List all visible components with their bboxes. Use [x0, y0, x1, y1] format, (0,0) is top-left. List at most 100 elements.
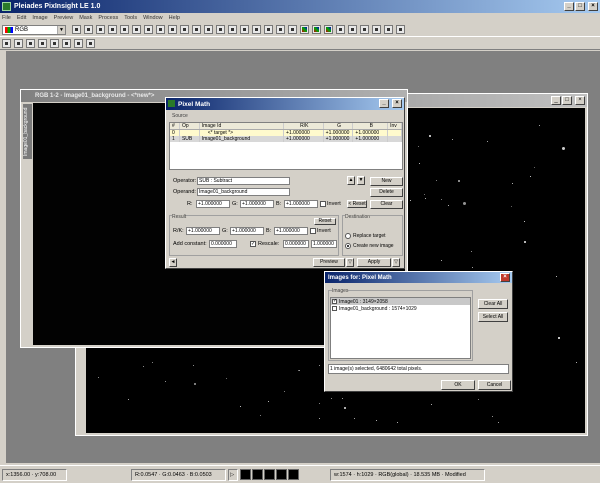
- tool-icon[interactable]: [156, 25, 165, 34]
- close-button[interactable]: ×: [392, 99, 402, 108]
- color-channel-icon[interactable]: [312, 25, 321, 34]
- preview-button[interactable]: Preview: [313, 258, 345, 267]
- source-table[interactable]: # Op Image Id R/K G B Inv 0 <* target *>…: [169, 122, 403, 170]
- collapse-arrow-button[interactable]: ◄: [169, 258, 177, 267]
- maximize-button[interactable]: □: [562, 96, 572, 105]
- rescale-min-input[interactable]: 0.000000: [283, 240, 309, 248]
- histogram-icon[interactable]: [396, 25, 405, 34]
- menu-window[interactable]: Window: [143, 15, 163, 21]
- tool-icon[interactable]: [168, 25, 177, 34]
- tool-icon[interactable]: [240, 25, 249, 34]
- tool-icon[interactable]: [72, 25, 81, 34]
- add-constant-input[interactable]: 0.000000: [209, 240, 237, 248]
- tool-icon[interactable]: [108, 25, 117, 34]
- preview-icon[interactable]: [62, 38, 71, 48]
- list-item[interactable]: Image01_background : 1574×1029: [331, 305, 470, 312]
- images-dialog-title: Images for: Pixel Math: [328, 274, 392, 281]
- tool-icon[interactable]: [216, 25, 225, 34]
- star-point: [498, 422, 499, 423]
- menu-preview[interactable]: Preview: [54, 15, 74, 21]
- cancel-button[interactable]: Cancel: [478, 380, 511, 390]
- result-b-label: B:: [266, 228, 272, 234]
- delete-button[interactable]: Delete: [370, 188, 403, 197]
- result-invert-checkbox[interactable]: [310, 228, 316, 234]
- color-space-select[interactable]: RGB ▼: [2, 24, 66, 35]
- tool-icon[interactable]: [84, 25, 93, 34]
- histogram-icon[interactable]: [348, 25, 357, 34]
- minimize-button[interactable]: _: [551, 96, 561, 105]
- selection-icon[interactable]: [50, 38, 59, 48]
- menu-image[interactable]: Image: [32, 15, 47, 21]
- images-list[interactable]: ✓ Image01 : 3149×2058 Image01_background…: [330, 297, 471, 359]
- tool-icon[interactable]: [180, 25, 189, 34]
- hand-icon[interactable]: [38, 38, 47, 48]
- image-checkbox[interactable]: ✓: [332, 299, 337, 304]
- table-row[interactable]: 1 SUB Image01_background +1.000000 +1.00…: [170, 136, 403, 142]
- result-rk-input[interactable]: +1.000000: [186, 227, 220, 235]
- maximize-button[interactable]: □: [575, 2, 585, 11]
- preview-icon[interactable]: [86, 38, 95, 48]
- histogram-icon[interactable]: [372, 25, 381, 34]
- image-id-tab[interactable]: Image01_background: [23, 104, 32, 159]
- tool-icon[interactable]: [96, 25, 105, 34]
- menu-process[interactable]: Process: [98, 15, 118, 21]
- minimize-button[interactable]: _: [379, 99, 389, 108]
- star-point: [424, 194, 425, 195]
- close-button[interactable]: ×: [500, 273, 510, 282]
- operand-select[interactable]: Image01_background: [197, 188, 290, 196]
- tool-icon[interactable]: [288, 25, 297, 34]
- zoom-icon[interactable]: [26, 38, 35, 48]
- create-new-image-radio[interactable]: [345, 243, 351, 249]
- preview-menu-icon[interactable]: ▽: [346, 258, 354, 267]
- zoom-icon[interactable]: [14, 38, 23, 48]
- tool-icon[interactable]: [204, 25, 213, 34]
- reset-coefficients-button[interactable]: < Reset: [347, 200, 367, 208]
- g-coefficient-input[interactable]: +1.000000: [240, 200, 274, 208]
- color-channel-icon[interactable]: [300, 25, 309, 34]
- image-checkbox[interactable]: [332, 306, 337, 311]
- rescale-max-input[interactable]: 1.000000: [311, 240, 337, 248]
- minimize-button[interactable]: _: [564, 2, 574, 11]
- list-item[interactable]: ✓ Image01 : 3149×2058: [331, 298, 470, 305]
- r-coefficient-input[interactable]: +1.000000: [196, 200, 230, 208]
- clear-button[interactable]: Clear: [370, 200, 403, 209]
- menu-edit[interactable]: Edit: [17, 15, 26, 21]
- tool-icon[interactable]: [336, 25, 345, 34]
- tool-icon[interactable]: [264, 25, 273, 34]
- replace-target-radio[interactable]: [345, 233, 351, 239]
- result-b-input[interactable]: +1.000000: [274, 227, 308, 235]
- close-button[interactable]: ×: [575, 96, 585, 105]
- tool-icon[interactable]: [132, 25, 141, 34]
- tool-icon[interactable]: [120, 25, 129, 34]
- result-g-input[interactable]: +1.000000: [230, 227, 264, 235]
- close-button[interactable]: ×: [588, 2, 598, 11]
- histogram-icon[interactable]: [384, 25, 393, 34]
- apply-menu-icon[interactable]: ▽: [392, 258, 400, 267]
- tool-icon[interactable]: [192, 25, 201, 34]
- rescale-checkbox[interactable]: ✓: [250, 241, 256, 247]
- operator-select[interactable]: SUB : Subtract: [197, 177, 290, 185]
- menu-file[interactable]: File: [2, 15, 11, 21]
- select-all-button[interactable]: Select All: [478, 312, 508, 322]
- down-arrow-button[interactable]: ▼: [357, 176, 365, 185]
- tool-icon[interactable]: [252, 25, 261, 34]
- menu-tools[interactable]: Tools: [124, 15, 137, 21]
- preview-icon[interactable]: [74, 38, 83, 48]
- tool-icon[interactable]: [144, 25, 153, 34]
- result-reset-button[interactable]: Reset: [314, 218, 336, 225]
- b-coefficient-input[interactable]: +1.000000: [284, 200, 318, 208]
- play-icon[interactable]: ▷: [228, 468, 238, 481]
- invert-checkbox[interactable]: [320, 201, 326, 207]
- color-channel-icon[interactable]: [324, 25, 333, 34]
- up-arrow-button[interactable]: ▲: [347, 176, 355, 185]
- histogram-icon[interactable]: [360, 25, 369, 34]
- tool-icon[interactable]: [276, 25, 285, 34]
- move-icon[interactable]: [2, 38, 11, 48]
- new-button[interactable]: New: [370, 177, 403, 186]
- clear-all-button[interactable]: Clear All: [478, 299, 508, 309]
- tool-icon[interactable]: [228, 25, 237, 34]
- apply-button[interactable]: Apply: [357, 258, 391, 267]
- ok-button[interactable]: OK: [441, 380, 475, 390]
- menu-help[interactable]: Help: [169, 15, 180, 21]
- menu-mask[interactable]: Mask: [79, 15, 92, 21]
